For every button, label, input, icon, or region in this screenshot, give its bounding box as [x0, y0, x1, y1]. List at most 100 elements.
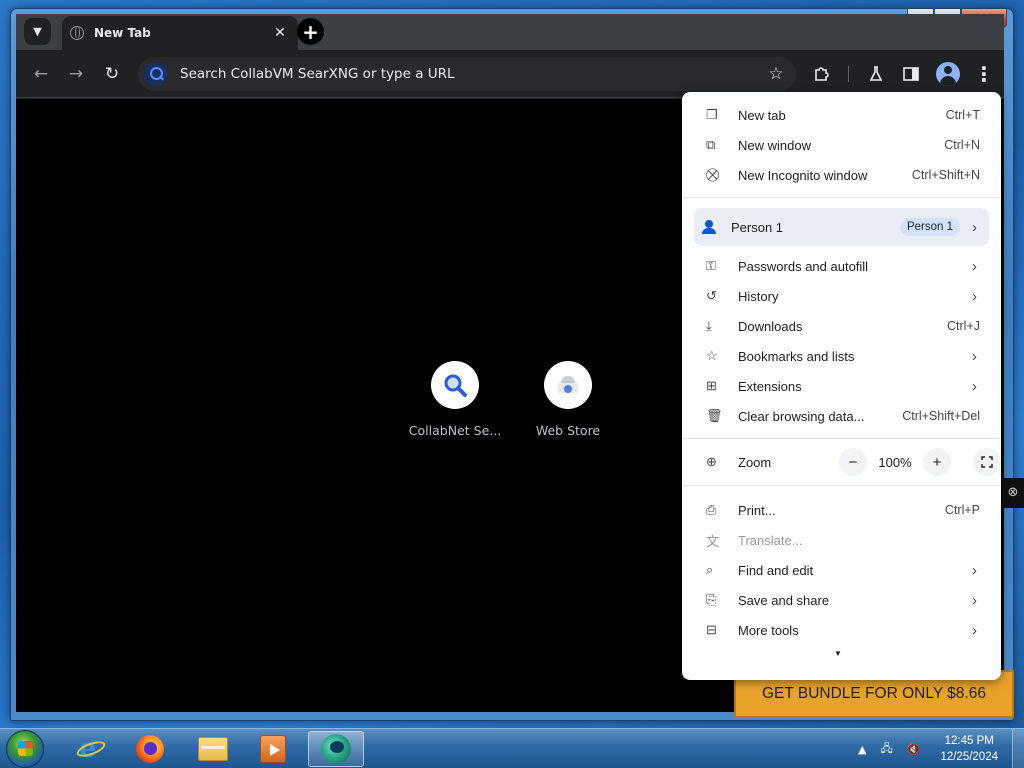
person-badge: Person 1 — [899, 218, 960, 236]
reload-button[interactable]: ↻ — [100, 62, 124, 86]
menu-item-bookmarks[interactable]: ☆ Bookmarks and lists › — [682, 341, 1001, 371]
menu-item-label: Save and share — [738, 592, 830, 608]
menu-item-new-window[interactable]: ⧉ New window Ctrl+N — [682, 130, 1001, 160]
key-icon: ⚿ — [706, 258, 716, 273]
menu-item-print[interactable]: ⎙ Print... Ctrl+P — [682, 495, 1001, 525]
ad-text: GET BUNDLE FOR ONLY $8.66 — [762, 685, 986, 702]
show-desktop-button[interactable] — [1012, 729, 1024, 768]
forward-button[interactable]: → — [64, 62, 88, 86]
labs-button[interactable] — [864, 62, 888, 86]
person-icon — [702, 220, 716, 234]
profile-avatar-button[interactable] — [936, 62, 960, 86]
flask-icon — [869, 66, 883, 81]
bookmark-star-icon[interactable]: ☆ — [756, 64, 796, 84]
taskbar-media-player[interactable] — [245, 731, 301, 767]
menu-item-label: Person 1 — [731, 219, 784, 235]
zoom-in-button[interactable]: + — [923, 448, 951, 476]
print-icon: ⎙ — [706, 502, 717, 517]
new-tab-button[interactable]: + — [297, 18, 324, 45]
menu-item-save-and-share[interactable]: ⎘ Save and share › — [682, 585, 1001, 615]
chevron-right-icon: › — [972, 257, 977, 275]
menu-item-new-tab[interactable]: ❐ New tab Ctrl+T — [682, 100, 1001, 130]
chevron-right-icon: › — [972, 377, 977, 395]
back-button[interactable]: ← — [29, 62, 53, 86]
forward-arrow-icon: → — [68, 64, 84, 84]
shortcut-collabnet[interactable]: CollabNet Se... — [405, 361, 505, 438]
puzzle-icon: ⊞ — [706, 378, 717, 393]
menu-separator — [682, 485, 1001, 486]
menu-item-label: Extensions — [738, 378, 802, 394]
menu-item-more-tools[interactable]: ⊟ More tools › — [682, 615, 1001, 645]
menu-item-new-incognito-window[interactable]: ⛒ New Incognito window Ctrl+Shift+N — [682, 160, 1001, 190]
taskbar-chrome-app[interactable] — [308, 731, 364, 767]
clock[interactable]: 12:45 PM 12/25/2024 — [934, 733, 1012, 765]
globe-icon — [70, 26, 84, 40]
taskbar-internet-explorer[interactable]: e — [62, 731, 118, 767]
chevron-right-icon: › — [972, 561, 977, 579]
close-tab-icon[interactable]: ✕ — [272, 25, 288, 41]
menu-item-label: More tools — [738, 622, 799, 638]
menu-item-label: Bookmarks and lists — [738, 348, 855, 364]
trash-icon: 🗑 — [706, 408, 723, 423]
menu-item-downloads[interactable]: ⤓ Downloads Ctrl+J — [682, 311, 1001, 341]
address-bar[interactable]: Search CollabVM SearXNG or type a URL ☆ — [138, 57, 796, 91]
clock-date: 12/25/2024 — [940, 751, 998, 763]
extensions-button[interactable] — [810, 62, 834, 86]
menu-item-label: Downloads — [738, 318, 803, 334]
clock-time: 12:45 PM — [944, 735, 994, 747]
back-arrow-icon: ← — [33, 64, 49, 84]
menu-item-shortcut: Ctrl+T — [945, 108, 980, 122]
menu-item-label: History — [738, 288, 779, 304]
taskbar: e ▲ 🖧 🔇 12:45 PM 12/25/2024 — [0, 728, 1024, 768]
scroll-down-arrow-icon[interactable]: ▼ — [834, 649, 842, 658]
shortcut-web-store[interactable]: Web Store — [518, 361, 618, 438]
network-icon[interactable]: 🖧 — [880, 740, 892, 759]
menu-button[interactable]: ⋮ — [972, 62, 996, 86]
translate-icon: 文 — [706, 533, 720, 549]
firefox-icon — [136, 735, 164, 763]
menu-item-label: Find and edit — [738, 562, 814, 578]
volume-muted-icon[interactable]: 🔇 — [907, 743, 921, 756]
menu-item-label: New Incognito window — [738, 167, 868, 183]
toolbar: ← → ↻ Search CollabVM SearXNG or type a … — [16, 50, 1004, 98]
fullscreen-icon — [981, 456, 993, 468]
chrome-main-menu: ❐ New tab Ctrl+T ⧉ New window Ctrl+N ⛒ N… — [682, 92, 1001, 680]
menu-item-shortcut: Ctrl+N — [944, 138, 980, 152]
chevron-right-icon: › — [972, 347, 977, 365]
menu-item-label: New tab — [738, 107, 786, 123]
address-bar-placeholder: Search CollabVM SearXNG or type a URL — [180, 66, 455, 82]
star-icon: ☆ — [706, 348, 718, 363]
menu-item-history[interactable]: ↺ History › — [682, 281, 1001, 311]
new-tab-icon: ❐ — [706, 107, 718, 122]
web-store-icon — [544, 361, 592, 409]
taskbar-firefox[interactable] — [122, 731, 178, 767]
menu-item-extensions[interactable]: ⊞ Extensions › — [682, 371, 1001, 401]
menu-item-find-and-edit[interactable]: ⌕ Find and edit › — [682, 555, 1001, 585]
tray-expand-icon[interactable]: ▲ — [858, 743, 866, 756]
system-tray: ▲ 🖧 🔇 12:45 PM 12/25/2024 — [858, 729, 1024, 768]
zoom-out-button[interactable]: − — [839, 448, 867, 476]
tab-search-button[interactable]: ▼ — [24, 18, 51, 45]
download-icon: ⤓ — [706, 318, 712, 333]
menu-separator — [682, 438, 1001, 439]
fullscreen-button[interactable] — [973, 448, 1001, 476]
taskbar-file-explorer[interactable] — [185, 731, 241, 767]
internet-explorer-icon: e — [74, 735, 108, 763]
menu-item-label: Print... — [738, 502, 776, 518]
tab-new-tab[interactable]: New Tab ✕ — [62, 16, 298, 50]
folder-icon — [198, 737, 228, 761]
side-panel-button[interactable] — [899, 62, 923, 86]
ad-close-icon[interactable]: ⊗ — [1002, 478, 1024, 508]
menu-item-shortcut: Ctrl+Shift+N — [911, 168, 980, 182]
menu-item-translate: 文 Translate... — [682, 525, 1001, 555]
start-button[interactable] — [6, 730, 44, 768]
menu-item-clear-browsing-data[interactable]: 🗑 Clear browsing data... Ctrl+Shift+Del — [682, 401, 1001, 431]
menu-item-person[interactable]: Person 1 Person 1 › — [694, 208, 989, 246]
shortcut-title: CollabNet Se... — [408, 423, 502, 438]
browser-app-icon — [321, 734, 351, 764]
menu-item-passwords[interactable]: ⚿ Passwords and autofill › — [682, 251, 1001, 281]
three-dots-icon: ⋮ — [974, 62, 994, 86]
tab-strip: ▼ New Tab ✕ + — [16, 14, 1004, 50]
incognito-icon: ⛒ — [706, 167, 720, 182]
menu-separator — [682, 197, 1001, 198]
